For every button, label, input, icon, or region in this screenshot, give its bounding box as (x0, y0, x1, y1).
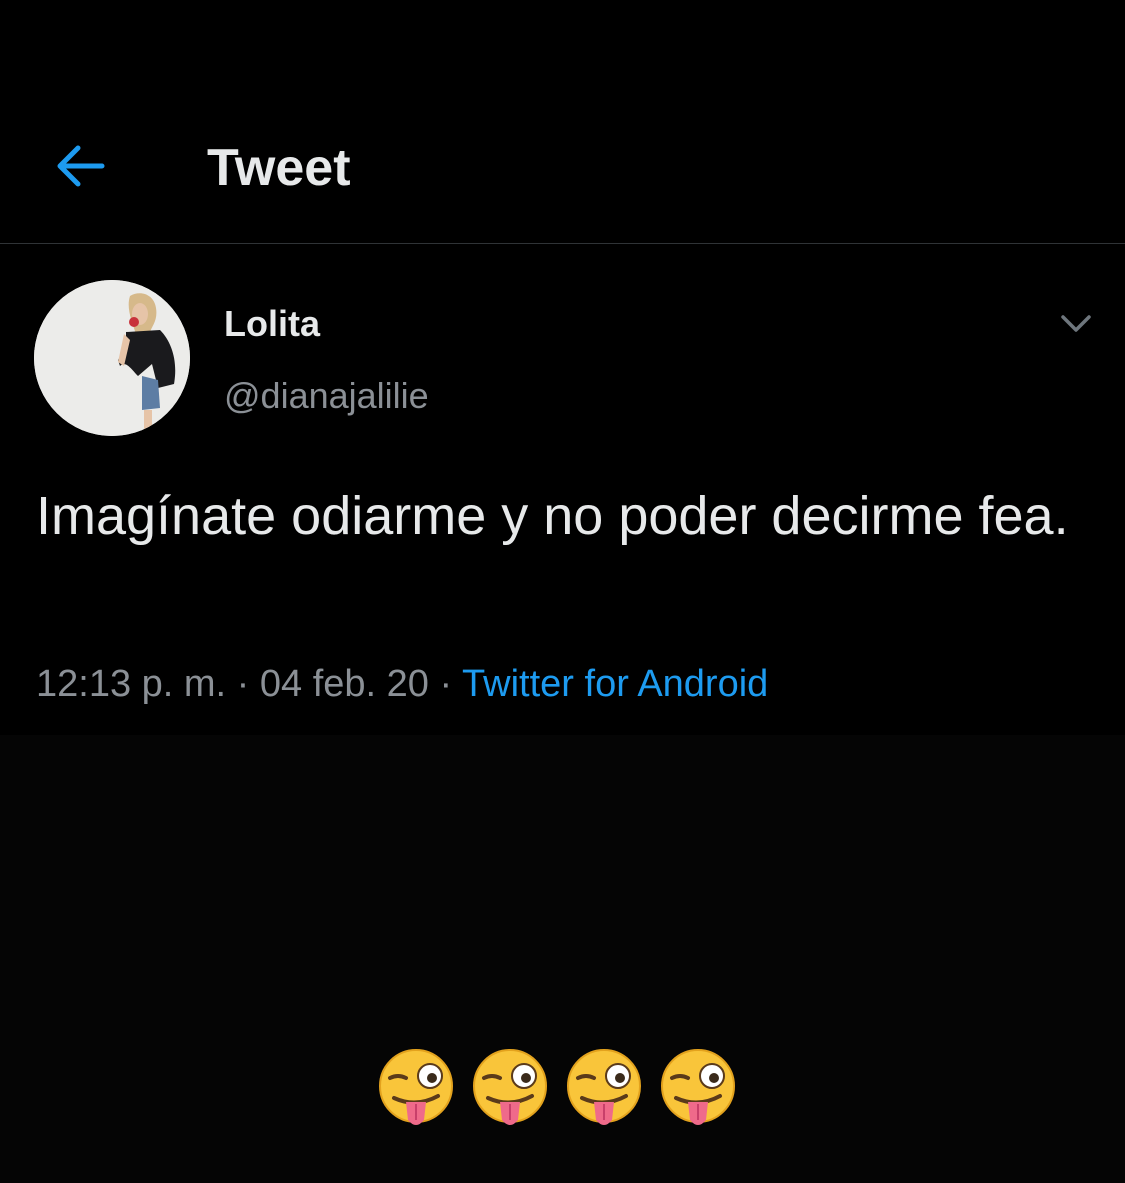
more-options-button[interactable] (1052, 304, 1100, 344)
author-display-name[interactable]: Lolita (224, 304, 320, 344)
caption-emoji-row (376, 1048, 738, 1130)
tweet-source-link[interactable]: Twitter for Android (462, 663, 768, 705)
app-header: Tweet (0, 0, 1125, 243)
chevron-down-icon (1061, 315, 1091, 332)
profile-photo (34, 280, 190, 436)
winking-face-with-tongue-icon (473, 1049, 547, 1125)
back-button[interactable] (48, 134, 112, 198)
arrow-left-icon (57, 145, 105, 187)
winking-face-with-tongue-icon (379, 1049, 453, 1125)
tweet-text: Imagínate odiarme y no poder decirme fea… (36, 486, 1069, 546)
meta-separator: · (428, 663, 463, 705)
winking-face-with-tongue-icon (567, 1049, 641, 1125)
tweet-time: 12:13 p. m. (36, 663, 227, 705)
tweet-card: Lolita @dianajalilie Imagínate odiarme y… (0, 244, 1125, 735)
winking-face-with-tongue-icon (661, 1049, 735, 1125)
tweet-date: 04 feb. 20 (259, 663, 429, 705)
page-title: Tweet (207, 139, 351, 197)
tweet-metadata: 12:13 p. m. · 04 feb. 20 · Twitter for A… (36, 658, 768, 710)
author-handle[interactable]: @dianajalilie (224, 376, 429, 416)
avatar[interactable] (34, 280, 190, 436)
meta-separator: · (226, 663, 260, 705)
